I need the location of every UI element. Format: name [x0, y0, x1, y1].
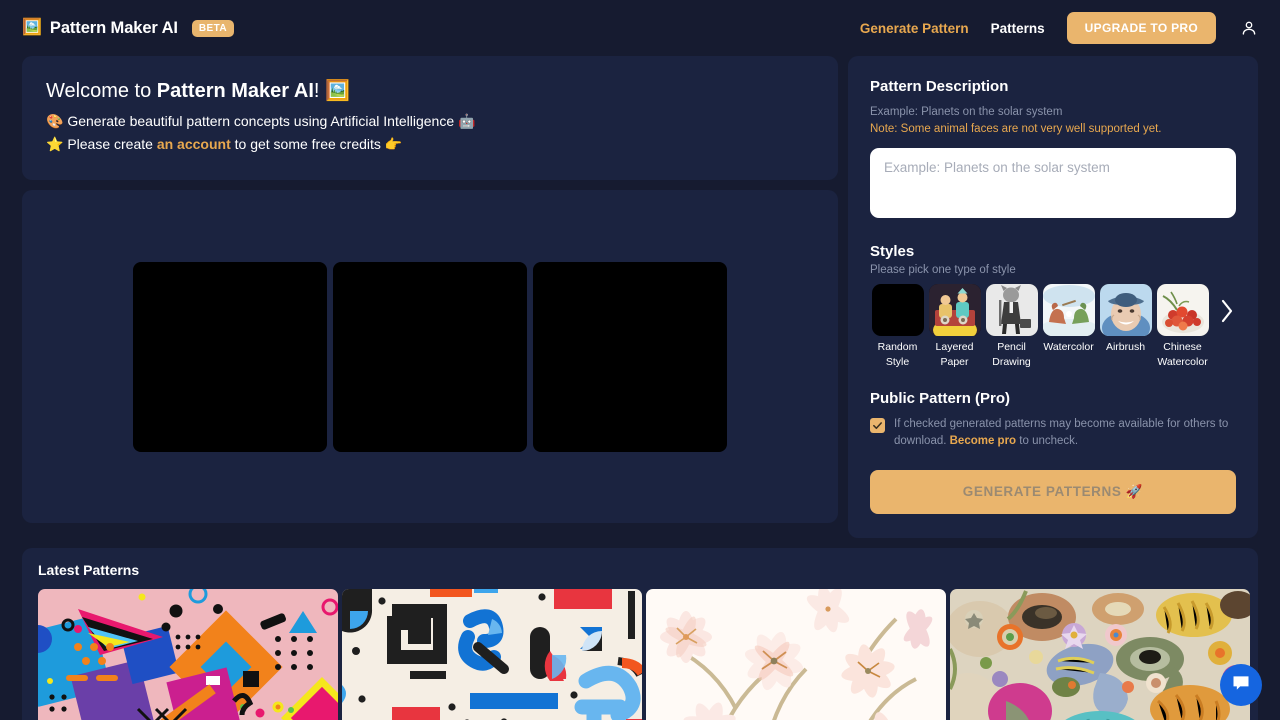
styles-hint: Please pick one type of style — [870, 264, 1016, 276]
welcome-title-suffix: ! — [313, 80, 325, 102]
public-pattern-row: If checked generated patterns may become… — [870, 416, 1236, 450]
style-option-pencil-drawing[interactable]: Pencil Drawing — [984, 284, 1039, 370]
latest-patterns-grid — [22, 589, 1258, 720]
public-pattern-checkbox[interactable] — [870, 418, 885, 433]
latest-patterns-section: Latest Patterns — [22, 548, 1258, 720]
pointing-right-icon: 👉 — [384, 136, 403, 152]
welcome-line-2: 🎨 Generate beautiful pattern concepts us… — [46, 110, 814, 133]
chat-widget-button[interactable] — [1220, 664, 1262, 706]
left-column: Welcome to Pattern Maker AI! 🖼️ 🎨 Genera… — [22, 56, 838, 523]
style-label: Chinese Watercolor — [1157, 341, 1208, 368]
welcome-card: Welcome to Pattern Maker AI! 🖼️ 🎨 Genera… — [22, 56, 838, 180]
styles-carousel: Random Style Layered Paper Pencil Drawin… — [870, 284, 1236, 370]
welcome-line-3-post: to get some free credits — [230, 136, 385, 152]
style-option-chinese-watercolor[interactable]: Chinese Watercolor — [1155, 284, 1210, 370]
public-pattern-heading: Public Pattern (Pro) — [870, 390, 1011, 407]
welcome-line-2-text: Generate beautiful pattern concepts usin… — [63, 113, 459, 129]
style-option-airbrush[interactable]: Airbrush — [1098, 284, 1153, 355]
welcome-title-plain: Welcome to — [46, 80, 157, 102]
latest-pattern-memphis-geometric[interactable] — [38, 589, 338, 720]
framed-picture-icon: 🖼️ — [22, 19, 42, 36]
welcome-title-bold: Pattern Maker AI — [156, 80, 314, 102]
latest-pattern-watercolor-lilies[interactable] — [646, 589, 946, 720]
styles-section: Styles Please pick one type of style Ran… — [870, 243, 1236, 370]
welcome-line-3-pre: Please create — [63, 136, 157, 152]
generate-patterns-button[interactable]: GENERATE PATTERNS 🚀 — [870, 470, 1236, 514]
right-column: Pattern Description Example: Planets on … — [848, 56, 1258, 538]
result-placeholder[interactable] — [533, 261, 727, 452]
chat-bubble-icon — [1231, 673, 1251, 698]
public-pattern-description: If checked generated patterns may become… — [894, 416, 1236, 450]
style-label: Random Style — [877, 341, 918, 368]
airbrush-thumb — [1099, 284, 1152, 336]
welcome-line-3: ⭐ Please create an account to get some f… — [46, 133, 814, 156]
pattern-description-example: Example: Planets on the solar system — [870, 106, 1063, 118]
latest-pattern-bauhaus-shapes[interactable] — [342, 589, 642, 720]
navbar-right: Generate Pattern Patterns UPGRADE TO PRO — [860, 12, 1258, 44]
pattern-description-note: Note: Some animal faces are not very wel… — [870, 123, 1162, 135]
create-account-link[interactable]: an account — [157, 136, 231, 152]
result-placeholder[interactable] — [333, 261, 527, 452]
style-option-watercolor[interactable]: Watercolor — [1041, 284, 1096, 355]
brand-name: Pattern Maker AI — [49, 18, 178, 37]
nav-link-patterns[interactable]: Patterns — [991, 21, 1045, 36]
random-style-thumb — [871, 284, 924, 336]
public-pattern-section: Public Pattern (Pro) If checked generate… — [870, 390, 1236, 450]
framed-picture-icon: 🖼️ — [325, 80, 350, 102]
chevron-right-icon[interactable] — [1218, 296, 1236, 326]
pattern-description-input[interactable] — [870, 148, 1236, 218]
styles-heading: Styles — [870, 243, 915, 260]
top-navbar: 🖼️ Pattern Maker AI BETA Generate Patter… — [0, 0, 1280, 56]
pencil-drawing-thumb — [985, 284, 1038, 336]
upgrade-to-pro-button[interactable]: UPGRADE TO PRO — [1066, 12, 1216, 44]
style-label: Pencil Drawing — [992, 341, 1031, 368]
beta-badge: BETA — [191, 19, 235, 37]
user-icon[interactable] — [1240, 19, 1258, 37]
generated-results-card — [22, 190, 838, 523]
layered-paper-thumb — [928, 284, 981, 336]
main-content: Welcome to Pattern Maker AI! 🖼️ 🎨 Genera… — [0, 56, 1280, 538]
watercolor-thumb — [1042, 284, 1095, 336]
style-label: Airbrush — [1105, 341, 1146, 353]
brand[interactable]: 🖼️ Pattern Maker AI BETA — [22, 18, 235, 38]
pattern-description-heading: Pattern Description — [870, 78, 1009, 95]
robot-icon: 🤖 — [458, 113, 476, 129]
become-pro-link[interactable]: Become pro — [950, 435, 1016, 447]
latest-patterns-heading: Latest Patterns — [38, 562, 140, 578]
style-label: Watercolor — [1043, 341, 1094, 353]
star-icon: ⭐ — [46, 136, 64, 152]
chinese-watercolor-thumb — [1156, 284, 1209, 336]
pattern-form-panel: Pattern Description Example: Planets on … — [848, 56, 1258, 538]
nav-link-generate-pattern[interactable]: Generate Pattern — [860, 21, 969, 36]
result-placeholder[interactable] — [133, 261, 327, 452]
welcome-title: Welcome to Pattern Maker AI! 🖼️ — [46, 78, 814, 103]
latest-pattern-textured-collage[interactable] — [950, 589, 1250, 720]
style-label: Layered Paper — [935, 341, 974, 368]
style-option-random-style[interactable]: Random Style — [870, 284, 925, 370]
style-option-layered-paper[interactable]: Layered Paper — [927, 284, 982, 370]
public-pattern-text-post: to uncheck. — [1016, 435, 1079, 447]
palette-icon: 🎨 — [46, 113, 64, 129]
